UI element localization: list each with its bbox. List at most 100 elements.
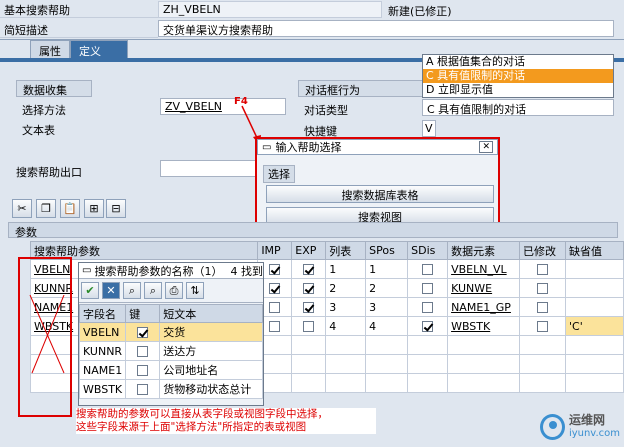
key-checkbox xyxy=(125,341,161,361)
search-help-exit-label: 搜索帮助出口 xyxy=(16,166,82,179)
input-help-popup-titlebar: ▭ 输入帮助选择 ✕ xyxy=(257,139,498,155)
fieldname-table: 字段名 键 短文本 VBELN 交货 KUNNR 送达方 NAME1 公司地址名 xyxy=(79,304,263,399)
selection-method-field[interactable]: ZV_VBELN xyxy=(160,98,286,115)
element-cell[interactable]: KUNWE xyxy=(447,278,521,298)
short-desc-field[interactable]: 交货单渠议方搜索帮助 xyxy=(158,20,614,37)
col-header-imp[interactable]: IMP xyxy=(257,241,293,260)
field-cell[interactable]: VBELN xyxy=(79,322,127,342)
data-collection-title: 数据收集 xyxy=(16,80,92,97)
list-cell[interactable]: 1 xyxy=(325,259,367,279)
insert-row-icon[interactable]: ⊞ xyxy=(84,199,104,218)
dropdown-option-a[interactable]: A 根据值集合的对话 xyxy=(423,55,613,69)
check-icon[interactable]: ✔ xyxy=(81,282,99,299)
spos-cell[interactable]: 3 xyxy=(365,297,409,317)
dropdown-option-d[interactable]: D 立即显示值 xyxy=(423,83,613,97)
field-cell[interactable]: WBSTK xyxy=(79,379,127,399)
col-header-key[interactable]: 键 xyxy=(125,304,161,323)
text-cell[interactable]: 交货 xyxy=(159,322,263,342)
list-item[interactable]: WBSTK 货物移动状态总计 xyxy=(79,379,263,399)
watermark-url: iyunv.com xyxy=(568,428,620,439)
delete-row-icon[interactable]: ⊟ xyxy=(106,199,126,218)
sdis-checkbox[interactable] xyxy=(407,259,449,279)
text-cell[interactable]: 货物移动状态总计 xyxy=(159,379,263,399)
exp-checkbox[interactable] xyxy=(291,316,327,336)
col-header-modified[interactable]: 已修改 xyxy=(519,241,567,260)
field-cell[interactable]: KUNNR xyxy=(79,341,127,361)
default-cell[interactable] xyxy=(565,297,624,317)
col-header-exp[interactable]: EXP xyxy=(291,241,327,260)
element-cell[interactable]: WBSTK xyxy=(447,316,521,336)
search-help-name-field: ZH_VBELN xyxy=(158,1,382,18)
fieldname-popup-titlebar: ▭ 搜索帮助参数的名称（1） 4 找到 xyxy=(79,263,263,279)
tab-attributes[interactable]: 属性 xyxy=(30,40,70,58)
default-cell[interactable]: 'C' xyxy=(565,316,624,336)
element-cell[interactable]: NAME1_GP xyxy=(447,297,521,317)
spos-cell[interactable]: 4 xyxy=(365,316,409,336)
spos-cell[interactable]: 2 xyxy=(365,278,409,298)
watermark-brand: 运维网 xyxy=(568,413,605,427)
col-header-list[interactable]: 列表 xyxy=(325,241,367,260)
watermark-logo-icon xyxy=(540,414,565,440)
sort-icon[interactable]: ⇅ xyxy=(186,282,204,299)
copy-icon[interactable]: ❐ xyxy=(36,199,56,218)
window-icon: ▭ xyxy=(262,141,272,153)
hotkey-field[interactable]: V xyxy=(422,120,436,137)
col-header-shorttext[interactable]: 短文本 xyxy=(159,304,263,323)
paste-icon[interactable]: 📋 xyxy=(60,199,80,218)
element-cell[interactable]: VBELN_VL xyxy=(447,259,521,279)
list-cell[interactable]: 4 xyxy=(325,316,367,336)
sdis-checkbox[interactable] xyxy=(407,316,449,336)
list-cell[interactable]: 3 xyxy=(325,297,367,317)
fieldname-popup-toolbar: ✔ ✕ ⌕ ⌕ ⎙ ⇅ xyxy=(79,279,263,303)
annotation-note: 搜索帮助的参数可以直接从表字段或视图字段中选择， 这些字段来源于上面"选择方法"… xyxy=(76,408,376,434)
sdis-checkbox[interactable] xyxy=(407,278,449,298)
modified-checkbox[interactable] xyxy=(519,297,567,317)
modified-checkbox[interactable] xyxy=(519,316,567,336)
exp-checkbox[interactable] xyxy=(291,259,327,279)
list-cell[interactable]: 2 xyxy=(325,278,367,298)
dialog-type-label: 对话类型 xyxy=(304,104,348,117)
print-icon[interactable]: ⎙ xyxy=(165,282,183,299)
annotation-line-2: 这些字段来源于上面"选择方法"所指定的表或视图 xyxy=(76,421,307,433)
text-cell[interactable]: 公司地址名 xyxy=(159,360,263,380)
col-header-fieldname[interactable]: 字段名 xyxy=(79,304,127,323)
col-header-default[interactable]: 缺省值 xyxy=(565,241,624,260)
sdis-checkbox[interactable] xyxy=(407,297,449,317)
key-checkbox xyxy=(125,322,161,342)
list-item[interactable]: NAME1 公司地址名 xyxy=(79,360,263,380)
col-header-element[interactable]: 数据元素 xyxy=(447,241,521,260)
default-cell[interactable] xyxy=(565,278,624,298)
find-icon[interactable]: ⌕ xyxy=(123,282,141,299)
input-help-popup-title: 输入帮助选择 xyxy=(275,141,342,154)
spos-cell[interactable]: 1 xyxy=(365,259,409,279)
col-header-spos[interactable]: SPos xyxy=(365,241,409,260)
search-db-table-button[interactable]: 搜索数据库表格 xyxy=(266,185,494,203)
text-table-label: 文本表 xyxy=(22,124,55,137)
exp-checkbox[interactable] xyxy=(291,278,327,298)
modified-checkbox[interactable] xyxy=(519,259,567,279)
modified-checkbox[interactable] xyxy=(519,278,567,298)
short-desc-label: 简短描述 xyxy=(0,20,158,38)
window-icon: ▭ xyxy=(82,265,92,276)
dropdown-option-c[interactable]: C 具有值限制的对话 xyxy=(423,69,613,83)
cut-icon[interactable]: ✂ xyxy=(12,199,32,218)
text-cell[interactable]: 送达方 xyxy=(159,341,263,361)
dialog-behavior-title: 对话框行为 xyxy=(298,80,424,97)
field-cell[interactable]: NAME1 xyxy=(79,360,127,380)
status-text: 新建(已修正) xyxy=(388,5,452,18)
key-checkbox xyxy=(125,379,161,399)
find-next-icon[interactable]: ⌕ xyxy=(144,282,162,299)
col-header-sdis[interactable]: SDis xyxy=(407,241,449,260)
list-item[interactable]: VBELN 交货 xyxy=(79,322,263,342)
tab-definition[interactable]: 定义 xyxy=(70,40,128,58)
fieldname-popup: ▭ 搜索帮助参数的名称（1） 4 找到 ✔ ✕ ⌕ ⌕ ⎙ ⇅ 字段名 键 短文… xyxy=(78,262,264,406)
default-cell[interactable] xyxy=(565,259,624,279)
close-icon[interactable]: ✕ xyxy=(479,141,493,153)
fieldname-popup-count: 4 找到 xyxy=(230,264,263,278)
exp-checkbox[interactable] xyxy=(291,297,327,317)
basic-search-help-label: 基本搜索帮助 xyxy=(0,0,158,18)
watermark: 运维网 iyunv.com xyxy=(540,410,620,444)
dialog-type-field[interactable]: C 具有值限制的对话 xyxy=(422,99,614,116)
list-item[interactable]: KUNNR 送达方 xyxy=(79,341,263,361)
cancel-icon[interactable]: ✕ xyxy=(102,282,120,299)
